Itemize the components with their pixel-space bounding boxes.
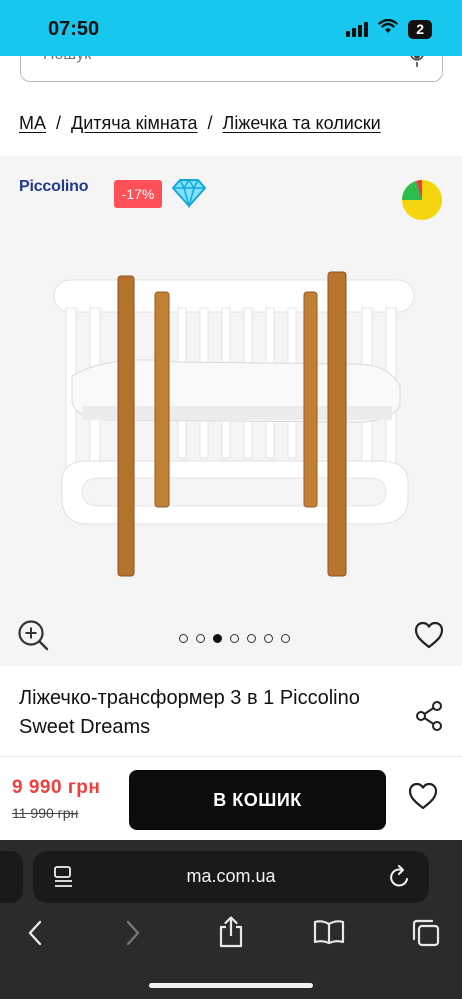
wifi-icon: [378, 18, 398, 39]
heart-icon[interactable]: [408, 782, 438, 815]
status-icons: 2: [346, 18, 432, 39]
pie-icon[interactable]: [396, 178, 444, 227]
product-title: Ліжечко-трансформер 3 в 1 Piccolino Swee…: [19, 687, 360, 738]
tabs-icon[interactable]: [412, 919, 440, 952]
breadcrumb-separator: /: [56, 113, 62, 133]
pagination-dot[interactable]: [196, 634, 205, 643]
forward-icon[interactable]: [124, 919, 142, 952]
add-to-cart-button[interactable]: В КОШИК: [129, 770, 386, 830]
gallery-pagination: [179, 634, 290, 643]
zoom-icon[interactable]: [17, 619, 49, 656]
address-text[interactable]: ma.com.ua: [33, 866, 429, 887]
share-sheet-icon[interactable]: [218, 916, 244, 953]
status-bar: 07:50 2: [0, 0, 462, 56]
browser-chrome: ma.com.ua: [0, 840, 462, 999]
pagination-dot[interactable]: [281, 634, 290, 643]
pagination-dot[interactable]: [230, 634, 239, 643]
breadcrumb: МА / Дитяча кімната / Ліжечка та колиски: [19, 113, 381, 134]
signal-icon: [346, 21, 369, 37]
home-indicator: [149, 983, 313, 988]
browser-toolbar: [0, 916, 462, 956]
bookmarks-icon[interactable]: [313, 919, 345, 950]
reload-icon[interactable]: [389, 865, 411, 894]
brand-logo: Piccolino: [19, 178, 89, 195]
battery-icon: 2: [408, 19, 432, 39]
share-icon[interactable]: [415, 701, 443, 736]
pagination-dot[interactable]: [264, 634, 273, 643]
pagination-dot[interactable]: [247, 634, 256, 643]
heart-icon[interactable]: [414, 621, 444, 654]
pagination-dot[interactable]: [179, 634, 188, 643]
breadcrumb-link-cribs[interactable]: Ліжечка та колиски: [223, 113, 381, 134]
pagination-dot-active[interactable]: [213, 634, 222, 643]
current-price: 9 990 грн: [12, 777, 101, 798]
old-price: 11 990 грн: [12, 805, 79, 821]
diamond-icon: [171, 178, 207, 213]
address-bar[interactable]: ma.com.ua: [33, 851, 429, 903]
product-image: [53, 271, 415, 577]
product-gallery[interactable]: Piccolino -17%: [0, 156, 462, 666]
status-time: 07:50: [48, 18, 100, 40]
breadcrumb-link-kids-room[interactable]: Дитяча кімната: [71, 113, 197, 134]
previous-tab[interactable]: [0, 851, 23, 903]
back-icon[interactable]: [26, 919, 44, 952]
breadcrumb-separator: /: [207, 113, 213, 133]
breadcrumb-link-home[interactable]: МА: [19, 113, 46, 134]
discount-badge: -17%: [114, 180, 162, 208]
buy-bar: 9 990 грн 11 990 грн В КОШИК: [0, 756, 462, 840]
